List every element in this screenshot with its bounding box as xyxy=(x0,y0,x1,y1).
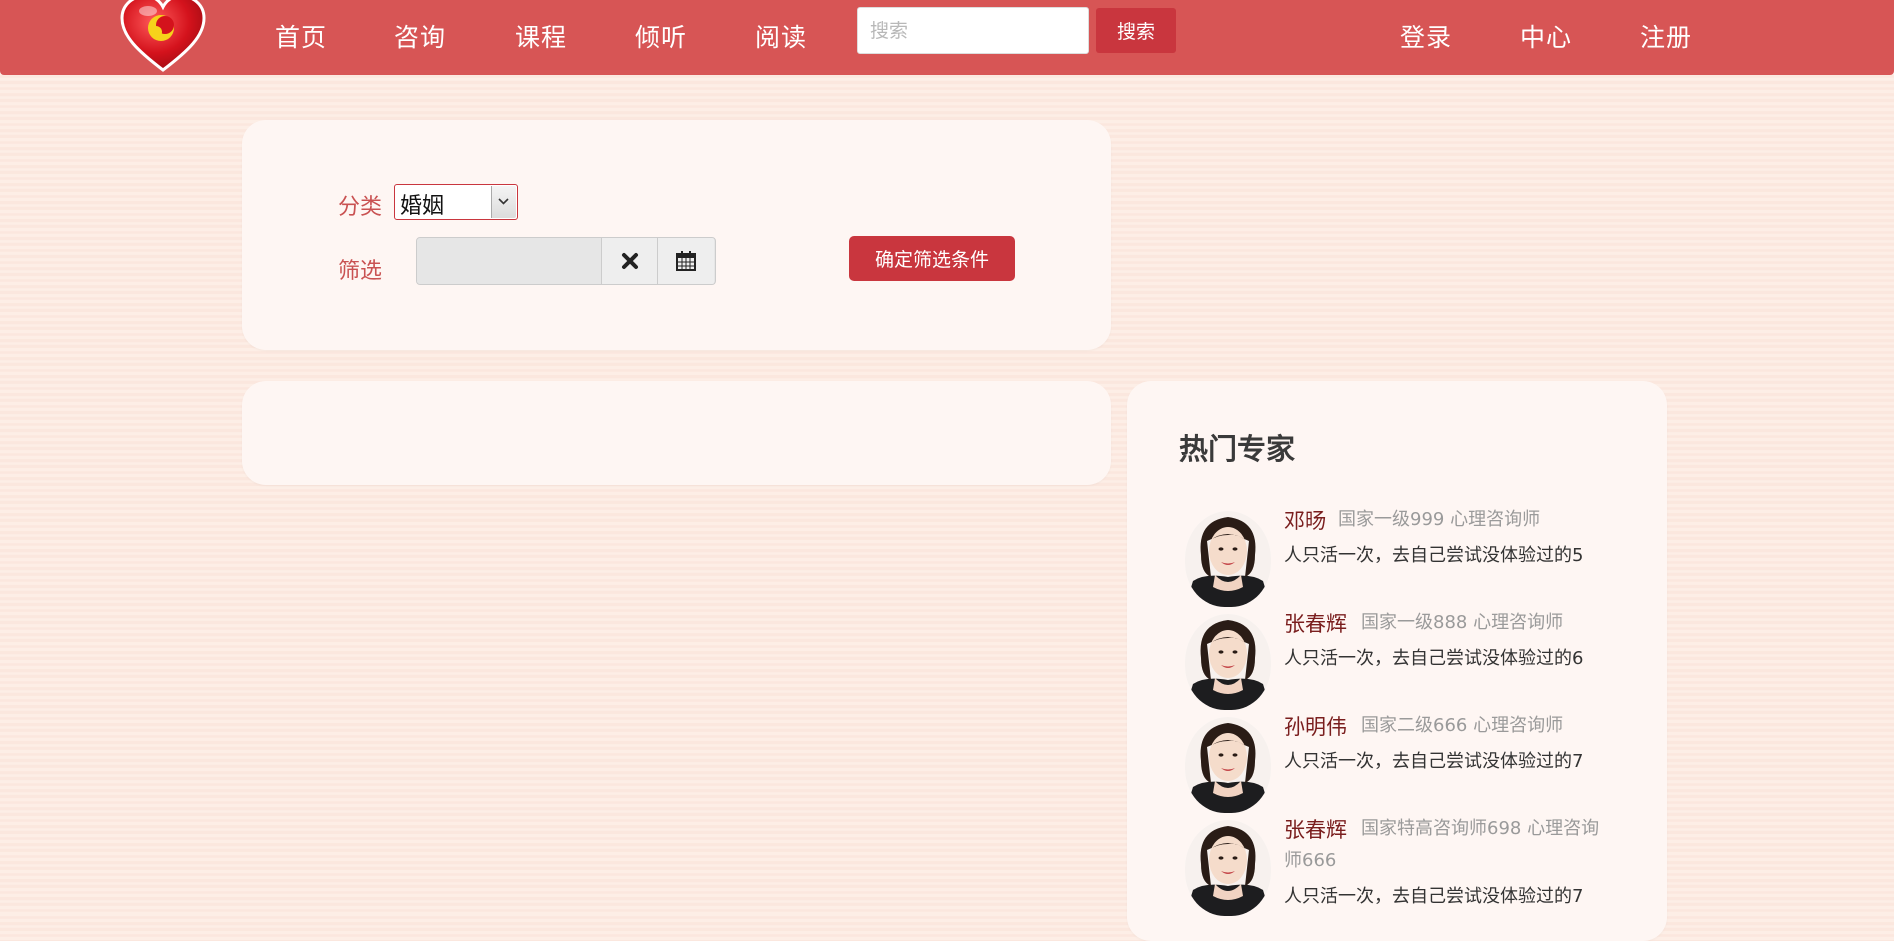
expert-item[interactable]: 孙明伟 国家二级666 心理咨询师 人只活一次，去自己尝试没体验过的7 xyxy=(1185,711,1625,813)
expert-quote: 人只活一次，去自己尝试没体验过的6 xyxy=(1284,648,1584,669)
chevron-down-icon[interactable] xyxy=(491,186,516,218)
expert-name[interactable]: 张春辉 xyxy=(1284,608,1347,638)
expert-item[interactable]: 邓旸 国家一级999 心理咨询师 人只活一次，去自己尝试没体验过的5 xyxy=(1185,505,1625,607)
nav-user-center[interactable]: 中心 xyxy=(1520,18,1572,54)
expert-quote: 人只活一次，去自己尝试没体验过的5 xyxy=(1284,545,1584,566)
expert-avatar[interactable] xyxy=(1185,511,1271,607)
category-select-value: 婚姻 xyxy=(400,194,445,219)
category-label: 分类 xyxy=(338,195,383,220)
calendar-icon[interactable] xyxy=(657,238,714,284)
nav-login[interactable]: 登录 xyxy=(1400,18,1452,54)
expert-title: 国家一级888 心理咨询师 xyxy=(1361,612,1564,633)
expert-avatar[interactable] xyxy=(1185,717,1271,813)
expert-quote: 人只活一次，去自己尝试没体验过的7 xyxy=(1284,751,1584,772)
nav-register[interactable]: 注册 xyxy=(1640,18,1692,54)
search-input[interactable] xyxy=(857,7,1089,54)
expert-item[interactable]: 张春辉 国家一级888 心理咨询师 人只活一次，去自己尝试没体验过的6 xyxy=(1185,608,1625,710)
date-picker[interactable] xyxy=(416,237,716,285)
expert-title: 国家一级999 心理咨询师 xyxy=(1338,509,1541,530)
expert-title: 国家二级666 心理咨询师 xyxy=(1361,715,1564,736)
filter-label: 筛选 xyxy=(338,259,383,284)
expert-avatar[interactable] xyxy=(1185,614,1271,710)
category-select[interactable]: 婚姻 xyxy=(394,184,518,220)
filter-panel: 分类 婚姻 筛选 确定筛选条件 xyxy=(242,120,1111,350)
search-button[interactable]: 搜索 xyxy=(1096,8,1176,53)
hot-experts-panel: 热门专家 邓旸 国家一级999 心理咨询师 人只活一次，去自己尝试没体验过的5 xyxy=(1127,381,1667,941)
nav-consult[interactable]: 咨询 xyxy=(394,18,446,54)
date-input[interactable] xyxy=(417,238,601,284)
nav-home[interactable]: 首页 xyxy=(275,18,327,54)
expert-quote: 人只活一次，去自己尝试没体验过的7 xyxy=(1284,886,1584,907)
close-icon[interactable] xyxy=(601,238,658,284)
top-nav-bar: 首页 咨询 课程 倾听 阅读 搜索 登录 中心 注册 xyxy=(0,0,1894,75)
nav-reading[interactable]: 阅读 xyxy=(755,18,807,54)
confirm-filter-button[interactable]: 确定筛选条件 xyxy=(849,236,1015,281)
expert-avatar[interactable] xyxy=(1185,820,1271,916)
expert-name[interactable]: 邓旸 xyxy=(1284,505,1326,535)
expert-title: 国家特高咨询师698 心理咨询师666 xyxy=(1284,818,1600,871)
hot-experts-title: 热门专家 xyxy=(1179,432,1296,466)
expert-name[interactable]: 孙明伟 xyxy=(1284,711,1347,741)
results-panel xyxy=(242,381,1111,485)
nav-listen[interactable]: 倾听 xyxy=(635,18,687,54)
heart-logo-icon[interactable] xyxy=(118,0,208,74)
nav-courses[interactable]: 课程 xyxy=(515,18,567,54)
expert-item[interactable]: 张春辉 国家特高咨询师698 心理咨询师666 人只活一次，去自己尝试没体验过的… xyxy=(1185,814,1625,934)
